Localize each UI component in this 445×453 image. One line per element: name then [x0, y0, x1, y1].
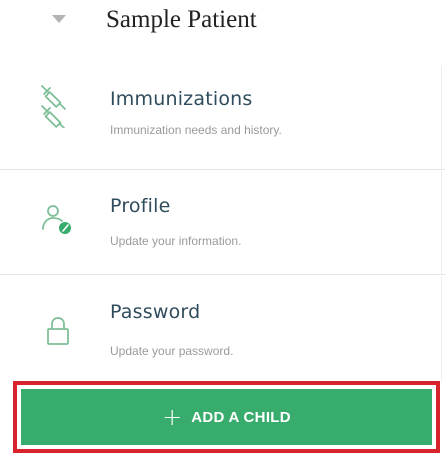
add-child-label: ADD A CHILD: [191, 408, 291, 426]
divider: [441, 171, 442, 275]
add-child-button[interactable]: + ADD A CHILD: [21, 389, 432, 445]
menu-item-subtitle: Update your password.: [110, 344, 234, 358]
patient-name: Sample Patient: [106, 6, 257, 33]
menu-item-subtitle: Immunization needs and history.: [110, 123, 282, 137]
user-edit-icon: [42, 205, 71, 234]
add-child-highlight: + ADD A CHILD: [13, 381, 440, 453]
menu-item-title: Profile: [110, 195, 171, 217]
menu-item-title: Password: [110, 301, 201, 323]
divider: [0, 169, 445, 170]
menu-item-immunizations[interactable]: Immunizations Immunization needs and his…: [0, 66, 445, 170]
divider: [441, 277, 442, 381]
menu-item-profile[interactable]: Profile Update your information.: [0, 171, 445, 275]
plus-icon: +: [162, 403, 183, 431]
divider: [0, 274, 445, 275]
menu-item-password[interactable]: Password Update your password.: [0, 277, 445, 381]
menu-item-title: Immunizations: [110, 88, 253, 110]
menu-item-subtitle: Update your information.: [110, 234, 242, 248]
chevron-down-icon[interactable]: [51, 12, 67, 26]
patient-header[interactable]: Sample Patient: [0, 0, 445, 52]
syringe-icon: [41, 85, 66, 128]
lock-icon: [47, 317, 69, 345]
divider: [441, 66, 442, 170]
